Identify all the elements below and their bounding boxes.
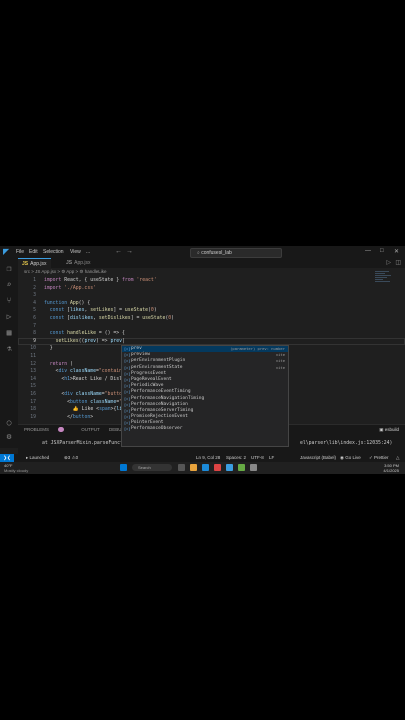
variable-icon: [▫] — [124, 353, 131, 358]
menu-selection[interactable]: Selection — [43, 249, 64, 255]
editor-tabs: JS App.jsx JS App.jsx ▷ ◫ — [18, 258, 405, 269]
tab-app-jsx[interactable]: JS App.jsx — [18, 258, 51, 269]
variable-icon: [▫] — [124, 415, 131, 420]
breadcrumb[interactable]: src > JS App.jsx > ⚙ App > ⚙ handleLike — [24, 269, 107, 275]
taskbar-search[interactable]: Search — [132, 464, 172, 471]
split-editor-icon[interactable]: ◫ — [395, 258, 401, 268]
explorer-icon[interactable]: ❐ — [4, 264, 14, 274]
testing-icon[interactable]: ⚗ — [4, 344, 14, 354]
edge-icon[interactable] — [202, 464, 209, 471]
run-debug-icon[interactable]: ▷ — [4, 312, 14, 322]
variable-icon: [▫] — [124, 384, 131, 389]
problems-status[interactable]: ⊗3 ⚠0 — [64, 455, 78, 461]
forward-arrow-icon[interactable]: → — [126, 248, 133, 255]
search-icon: ⌕ — [197, 250, 200, 256]
launched-status[interactable]: ▸ Launched — [26, 455, 49, 461]
system-clock[interactable]: 3:50 PM 4/1/2025 — [383, 463, 399, 473]
indentation[interactable]: Spaces: 2 — [226, 455, 246, 460]
account-icon[interactable]: ○ — [4, 418, 14, 428]
suggestion-item[interactable]: [▫] PerformanceObserver — [122, 426, 288, 432]
command-search[interactable]: ⌕ confusesl_lab — [190, 248, 282, 258]
file-explorer-icon[interactable] — [190, 464, 197, 471]
menu-file[interactable]: File — [16, 249, 24, 255]
maximize-icon[interactable]: □ — [380, 248, 384, 254]
eol[interactable]: LF — [269, 455, 274, 460]
variable-icon: [▫] — [124, 390, 131, 395]
start-button-icon[interactable] — [120, 464, 127, 471]
app-icon[interactable] — [214, 464, 221, 471]
variable-icon: [▫] — [124, 359, 131, 364]
source-control-icon[interactable]: ⑂ — [4, 296, 14, 306]
go-live[interactable]: ◉ Go Live — [340, 455, 361, 461]
tab-app-jsx-preview[interactable]: JS App.jsx — [62, 258, 95, 268]
cursor-position[interactable]: Ln 9, Col 28 — [196, 455, 220, 460]
autocomplete-popup: [▫] prev (parameter) prev: number [▫] previ… — [121, 345, 289, 447]
variable-icon: [▫] — [124, 377, 131, 382]
close-icon[interactable]: ✕ — [394, 248, 399, 255]
vscode-logo-icon: ◤ — [3, 247, 10, 256]
status-bar: ❯❮ ▸ Launched ⊗3 ⚠0 Ln 9, Col 28 Spaces:… — [0, 454, 405, 462]
variable-icon: [▫] — [124, 427, 131, 432]
terminal-output-2: el\parser\lib\index.js:12035:24) — [300, 441, 393, 446]
settings-gear-icon[interactable]: ⚙ — [4, 432, 14, 442]
menu-more[interactable]: ... — [86, 249, 90, 255]
language-mode[interactable]: Javascript (Babel) — [300, 455, 336, 460]
variable-icon: [▫] — [124, 402, 131, 407]
encoding[interactable]: UTF-8 — [251, 455, 264, 460]
tab-output[interactable]: OUTPUT — [81, 427, 100, 432]
variable-icon: [▫] — [124, 371, 131, 376]
task-view-icon[interactable] — [178, 464, 185, 471]
windows-taskbar: 40°F Mostly cloudy Search 3:50 PM 4/1/20… — [0, 462, 405, 474]
app-icon[interactable] — [250, 464, 257, 471]
search-view-icon[interactable]: ⌕ — [4, 280, 14, 290]
command-search-text: confusesl_lab — [201, 250, 232, 256]
weather-widget[interactable]: 40°F Mostly cloudy — [4, 463, 28, 473]
chrome-icon[interactable] — [238, 464, 245, 471]
terminal-selector[interactable]: ▣ esbuild — [379, 427, 399, 433]
title-bar: ◤ File Edit Selection View ... ← → ⌕ con… — [0, 246, 405, 258]
variable-icon: [▫] — [124, 347, 131, 351]
javascript-file-icon: JS — [22, 261, 29, 267]
variable-icon: [▫] — [124, 396, 131, 401]
prettier[interactable]: ✓ Prettier — [369, 455, 389, 461]
minimize-icon[interactable]: — — [365, 248, 371, 254]
variable-icon: [▫] — [124, 365, 131, 370]
remote-icon[interactable]: ❯❮ — [0, 454, 14, 462]
vscode-taskbar-icon[interactable] — [226, 464, 233, 471]
problems-badge — [58, 427, 65, 433]
tab-problems[interactable]: PROBLEMS — [24, 427, 72, 433]
terminal-output: at JSXParserMixin.parseFunctio — [42, 441, 129, 446]
run-icon[interactable]: ▷ — [386, 258, 391, 268]
javascript-file-icon: JS — [66, 260, 73, 266]
extensions-icon[interactable]: ▦ — [4, 328, 14, 338]
variable-icon: [▫] — [124, 408, 131, 413]
variable-icon: [▫] — [124, 421, 131, 426]
menu-view[interactable]: View — [70, 249, 81, 255]
menu-edit[interactable]: Edit — [29, 249, 38, 255]
activity-bar: ❐ ⌕ ⑂ ▷ ▦ ⚗ ○ ⚙ — [0, 258, 18, 448]
back-arrow-icon[interactable]: ← — [115, 248, 122, 255]
notifications-bell-icon[interactable]: △ — [396, 455, 399, 461]
